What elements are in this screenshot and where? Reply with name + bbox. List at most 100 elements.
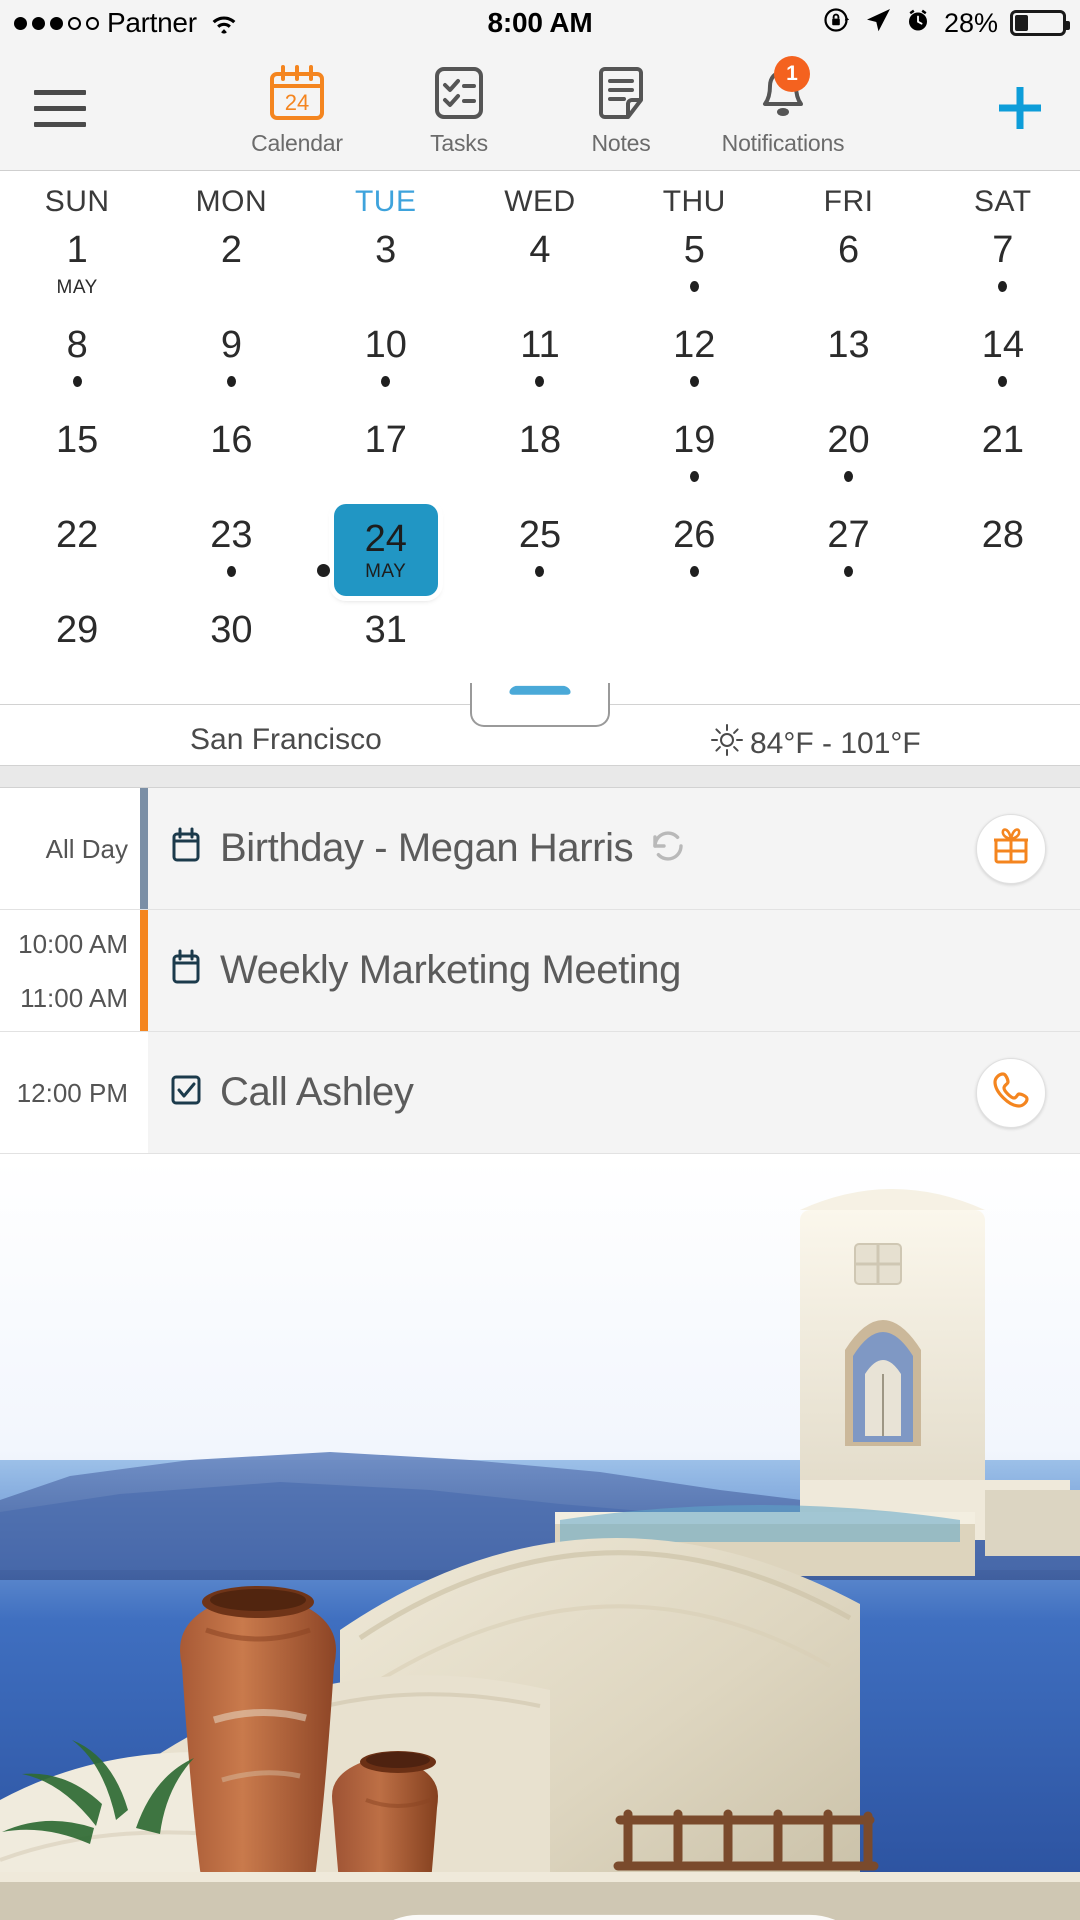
calendar-day-12[interactable]: 12 <box>617 318 771 413</box>
calendar-day-empty <box>617 603 771 698</box>
event-body: Call Ashley <box>148 1032 1080 1153</box>
event-dot <box>844 566 854 577</box>
photo-gallery-icon[interactable] <box>20 1828 836 1920</box>
event-row[interactable]: 10:00 AM 11:00 AM Weekly Marketing Meeting <box>0 910 1080 1032</box>
day-number: 3 <box>375 229 397 271</box>
calendar-day-7[interactable]: 7 <box>926 223 1080 318</box>
weather-location: San Francisco <box>190 723 382 756</box>
day-number: 1 <box>66 229 88 271</box>
day-number: 26 <box>673 514 716 556</box>
tab-notifications-label: Notifications <box>721 129 845 156</box>
event-dot <box>226 376 236 387</box>
day-number: 14 <box>981 324 1024 366</box>
calendar-day-30[interactable]: 30 <box>154 603 308 698</box>
calendar-day-16[interactable]: 16 <box>154 413 308 508</box>
calendar-day-17[interactable]: 17 <box>309 413 463 508</box>
calendar-day-10[interactable]: 10 <box>309 318 463 413</box>
event-dot <box>998 376 1008 387</box>
day-number: 31 <box>364 609 407 651</box>
event-time-start: 10:00 AM <box>18 928 128 959</box>
calendar-day-1[interactable]: 1 MAY <box>0 223 154 318</box>
panel-divider <box>0 766 1080 788</box>
calendar-day-2[interactable]: 2 <box>154 223 308 318</box>
weekday-header-row: SUN MON TUE WED THU FRI SAT <box>0 171 1080 223</box>
day-number: 21 <box>981 419 1024 461</box>
checkbox-checked-icon <box>166 1070 206 1115</box>
weather-location-bar: San Francisco 84°F - 101°F <box>0 683 1080 766</box>
event-color-bar <box>140 1032 148 1153</box>
tab-tasks[interactable]: Tasks <box>399 60 519 157</box>
rotation-lock-icon <box>822 5 852 42</box>
calendar-day-31[interactable]: 31 <box>309 603 463 698</box>
event-action-phone[interactable] <box>976 1057 1046 1128</box>
calendar-day-5[interactable]: 5 <box>617 223 771 318</box>
calendar-day-28[interactable]: 28 <box>926 508 1080 603</box>
event-action-gift[interactable] <box>976 813 1046 884</box>
calendar-day-6[interactable]: 6 <box>771 223 925 318</box>
calendar-day-15[interactable]: 15 <box>0 413 154 508</box>
weekday-header-fri: FRI <box>823 185 874 218</box>
calendar-day-19[interactable]: 19 <box>617 413 771 508</box>
tab-calendar[interactable]: 24 Calendar <box>237 60 357 157</box>
event-row[interactable]: 12:00 PM Call Ashley <box>0 1032 1080 1154</box>
day-number: 28 <box>981 514 1024 556</box>
calendar-day-14[interactable]: 14 <box>926 318 1080 413</box>
event-dot <box>689 376 699 387</box>
tab-calendar-label: Calendar <box>251 129 343 156</box>
day-number: 15 <box>56 419 99 461</box>
battery-icon <box>1010 10 1070 36</box>
calendar-day-3[interactable]: 3 <box>309 223 463 318</box>
tab-notes[interactable]: Notes <box>561 60 681 157</box>
calendar-day-23[interactable]: 23 <box>154 508 308 603</box>
calendar-day-21[interactable]: 21 <box>926 413 1080 508</box>
day-number: 17 <box>364 419 407 461</box>
calendar-day-11[interactable]: 11 <box>463 318 617 413</box>
calendar-week-row: 8 9 10 11 12 13 14 <box>0 318 1080 413</box>
calendar-day-25[interactable]: 25 <box>463 508 617 603</box>
tab-tasks-label: Tasks <box>430 129 488 156</box>
calendar-day-4[interactable]: 4 <box>463 223 617 318</box>
add-event-button[interactable] <box>960 77 1080 139</box>
calendar-day-empty <box>771 603 925 698</box>
calendar-day-9[interactable]: 9 <box>154 318 308 413</box>
event-title: Call Ashley <box>220 1070 414 1114</box>
calendar-day-26[interactable]: 26 <box>617 508 771 603</box>
calendar-month-view: SUN MON TUE WED THU FRI SAT 1 MAY 2 3 4 5 6 7 8 9 10 11 12… <box>0 171 1080 704</box>
calendar-day-20[interactable]: 20 <box>771 413 925 508</box>
weather-temperature-text: 84°F - 101°F <box>750 727 921 760</box>
day-month-label: MAY <box>56 277 98 298</box>
day-number: 2 <box>220 229 242 271</box>
day-number: 12 <box>673 324 716 366</box>
day-number: 25 <box>518 514 562 556</box>
day-number: 7 <box>992 229 1014 271</box>
calendar-day-18[interactable]: 18 <box>463 413 617 508</box>
event-time-start: All Day <box>45 833 128 864</box>
event-dot <box>535 376 545 387</box>
top-navigation-bar: 24 Calendar Tasks Notes 1 Notifications <box>0 46 1080 171</box>
bell-icon: 1 <box>752 55 814 126</box>
day-number: 18 <box>518 419 562 461</box>
calendar-day-8[interactable]: 8 <box>0 318 154 413</box>
calendar-day-29[interactable]: 29 <box>0 603 154 698</box>
tab-notifications[interactable]: 1 Notifications <box>721 55 845 157</box>
gift-icon <box>989 824 1033 873</box>
weekday-header-mon: MON <box>195 185 268 218</box>
calendar-day-22[interactable]: 22 <box>0 508 154 603</box>
event-title: Birthday - Megan Harris <box>220 826 634 870</box>
day-number: 5 <box>683 229 705 271</box>
event-dot <box>72 376 82 387</box>
day-number: 30 <box>210 609 253 651</box>
calendar-day-24[interactable]: 24 MAY <box>309 504 463 603</box>
drag-handle-chevron-icon[interactable] <box>470 683 610 727</box>
event-row[interactable]: All Day Birthday - Megan Harris <box>0 788 1080 910</box>
calendar-event-icon <box>166 826 206 871</box>
weekday-header-sat: SAT <box>974 185 1032 218</box>
day-number: 8 <box>66 324 88 366</box>
event-dot <box>316 564 330 577</box>
calendar-week-row: 1 MAY 2 3 4 5 6 7 <box>0 223 1080 318</box>
calendar-day-13[interactable]: 13 <box>771 318 925 413</box>
day-number: 20 <box>827 419 870 461</box>
calendar-day-27[interactable]: 27 <box>771 508 925 603</box>
selected-day-highlight: 24 MAY <box>333 504 438 596</box>
day-number: 27 <box>827 514 870 556</box>
